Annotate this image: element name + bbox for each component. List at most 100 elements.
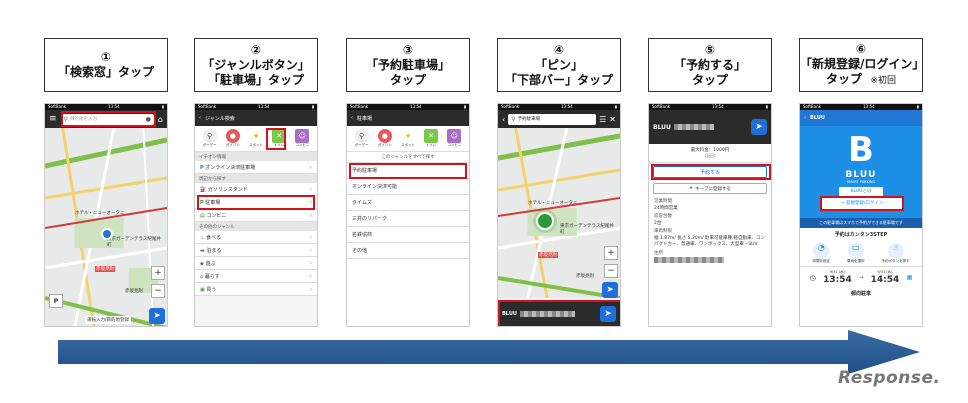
map-view[interactable]: ホテル・ニューオータニ 東京ガーデンテラス紀尾井町 赤坂見附 赤坂見附 + − … xyxy=(45,128,167,326)
genre-icon-0[interactable]: ⚲ ガーデー xyxy=(202,129,217,148)
genre-icon-3[interactable]: ✕ トイレ xyxy=(424,129,439,148)
list-item-label: タイムズ xyxy=(352,200,372,206)
list-item-eat[interactable]: ♨ 食べる › xyxy=(195,231,317,244)
bluu-about-button[interactable]: BLUUとは xyxy=(839,187,883,196)
bluu-logo-name: BLUU xyxy=(845,170,877,180)
search-icon: ⚲ xyxy=(354,129,369,143)
genre-icon-1[interactable]: ● ガソリン xyxy=(377,129,392,148)
zoom-in-button[interactable]: + xyxy=(151,266,165,280)
step-6-box: ⑥ 「新規登録/ログイン」 タップ ※初回 xyxy=(799,38,924,92)
battery-icon: ▮ xyxy=(614,104,617,109)
back-icon[interactable]: ‹ xyxy=(199,115,201,121)
fuel-icon: ● xyxy=(225,129,240,143)
navigation-icon[interactable]: ➤ xyxy=(602,282,618,298)
genre-icon-1[interactable]: ● ガソリン xyxy=(225,129,240,148)
bottom-bar[interactable]: BLUU ➤ xyxy=(498,300,620,326)
close-icon[interactable]: ✕ xyxy=(609,115,616,124)
zoom-in-button[interactable]: + xyxy=(604,246,618,260)
step-4-line1: 「ピン」 xyxy=(534,57,583,72)
bluu-logo-letter: B xyxy=(848,130,874,170)
masked-address xyxy=(654,257,724,263)
parking-button[interactable]: P xyxy=(49,294,63,308)
fuel-icon: ⛽ xyxy=(200,186,207,193)
menu-icon[interactable]: ≡ xyxy=(49,114,57,124)
list-item-stay[interactable]: ▬ 泊まる › xyxy=(195,244,317,257)
search-icon: ⚲ xyxy=(202,129,217,143)
home-icon[interactable]: ⌂ xyxy=(158,115,163,124)
genre-icon-4[interactable]: ☺ コンビニ xyxy=(447,129,462,148)
list-item-play[interactable]: ◆ 遊ぶ › xyxy=(195,257,317,270)
map-label-station: 赤坂見附 xyxy=(95,266,115,272)
map-view[interactable]: ホテル・ニューオータニ 東京ガーデンテラス紀尾井町 赤坂見附 赤坂見附 + − … xyxy=(498,128,620,298)
search-all-link[interactable]: このジャンルをすべて探す xyxy=(347,152,469,163)
genre-icon-2[interactable]: ★ スポット xyxy=(400,129,415,148)
step-2-line2: 「駐車場」タップ xyxy=(207,72,304,87)
person-icon: ☺ xyxy=(295,129,310,143)
list-item-reserve-parking[interactable]: 予約駐車場 xyxy=(347,163,469,179)
eat-icon: ♨ xyxy=(200,234,205,241)
list-item-label: 三井のリパーク xyxy=(352,216,388,222)
chevron-right-icon: › xyxy=(309,211,312,219)
genre-icon-2[interactable]: ★ スポット xyxy=(248,129,263,148)
navigation-icon[interactable]: ➤ xyxy=(751,119,767,135)
battery-icon: ▮ xyxy=(311,104,314,109)
chevron-right-icon: › xyxy=(309,163,312,171)
fuel-icon: ● xyxy=(377,129,392,143)
section-header-1: イチオシ情報 xyxy=(195,152,317,161)
search-icon: ⚲ xyxy=(511,115,516,123)
map-header: ‹ ⚲ 予約駐車場 ☰ ✕ xyxy=(498,110,620,128)
star-icon: ★ xyxy=(400,129,415,143)
map-label-garden: 東京ガーデンテラス紀尾井町 xyxy=(107,237,161,248)
start-time-value: 13:54 xyxy=(823,275,852,285)
zoom-out-button[interactable]: − xyxy=(151,284,165,298)
back-icon[interactable]: ‹ xyxy=(804,115,806,121)
keep-button[interactable]: ★ キープに登録する xyxy=(653,183,767,194)
genre-icon-0[interactable]: ⚲ ガーデー xyxy=(354,129,369,148)
hours-value: 24時間営業 xyxy=(654,205,678,211)
search-input[interactable]: ⚲ 予約駐車場 xyxy=(508,113,597,125)
list-item-live[interactable]: ⌂ 暮らす › xyxy=(195,270,317,283)
navigation-icon[interactable]: ➤ xyxy=(149,308,165,324)
map-label-hotel: ホテル・ニューオータニ xyxy=(75,211,125,216)
step-1-box: ① 「検索窓」タップ xyxy=(44,38,168,92)
zoom-out-button[interactable]: − xyxy=(604,264,618,278)
list-item-shop[interactable]: ▣ 買う › xyxy=(195,283,317,296)
genre-icon-label-4: コンビニ xyxy=(295,143,310,147)
list-icon[interactable]: ☰ xyxy=(599,115,606,124)
person-icon: ☺ xyxy=(447,129,462,143)
time-picker[interactable]: ◷ 9/31 (水) 13:54 → 9/31 (水) 14:54 ▦ xyxy=(800,266,922,288)
end-time[interactable]: 9/31 (水) 14:54 xyxy=(871,270,900,285)
step-5-line2: タップ xyxy=(691,72,728,87)
chevron-right-icon: › xyxy=(309,285,312,293)
phone-screen-5: SoftBank 13:54 ▮ BLUU ➤ 最大料金：1000円 (当日) … xyxy=(648,103,772,327)
step-3-line2: タップ xyxy=(389,72,426,87)
list-item-parking[interactable]: P 駐車場 › xyxy=(195,195,317,210)
list-item-label: コンビニ xyxy=(206,212,227,219)
car-icon: ▭ xyxy=(847,243,864,259)
list-item-online-pay[interactable]: オンライン決済可能 xyxy=(347,179,469,195)
list-item-conbini[interactable]: ▤ コンビニ › xyxy=(195,209,317,222)
start-time[interactable]: 9/31 (水) 13:54 xyxy=(823,270,852,285)
bluu-about-label: BLUUとは xyxy=(850,189,872,194)
list-item-label: 名鉄協商 xyxy=(352,232,373,238)
back-icon[interactable]: ‹ xyxy=(351,115,353,121)
parking-genre-icon: ✕ xyxy=(424,129,439,143)
genre-icon-label-2: スポット xyxy=(248,143,263,147)
genre-icon-4[interactable]: ☺ コンビニ xyxy=(295,129,310,148)
step-reserve-label: 予約ボタンを押す xyxy=(881,259,910,263)
section-header-3: その他のジャンル xyxy=(195,222,317,231)
step-4-line2: 「下部バー」タップ xyxy=(504,72,613,87)
back-icon[interactable]: ‹ xyxy=(502,115,505,124)
list-item-other[interactable]: その他 xyxy=(347,243,469,259)
phone-screen-1: SoftBank 13:54 ▮ ≡ ⚲ 目的地を入力 ● ⌂ ホテル・ニューオ… xyxy=(44,103,168,327)
list-item-meitetsu[interactable]: 名鉄協商 xyxy=(347,227,469,243)
parking-pin-icon[interactable] xyxy=(536,212,554,230)
reserve-parking-highlight xyxy=(349,163,467,179)
step-3-box: ③ 「予約駐車場」 タップ xyxy=(346,38,470,92)
list-item-online-parking[interactable]: P オンライン決済駐車場 › xyxy=(195,161,317,174)
list-item-repark[interactable]: 三井のリパーク xyxy=(347,211,469,227)
map-bottom-menu[interactable]: 運転入力/目的地登録 xyxy=(85,316,132,324)
map-label-akasaka: 赤坂見附 xyxy=(576,274,594,279)
list-item-times[interactable]: タイムズ xyxy=(347,195,469,211)
list-item-label: その他 xyxy=(352,248,368,254)
